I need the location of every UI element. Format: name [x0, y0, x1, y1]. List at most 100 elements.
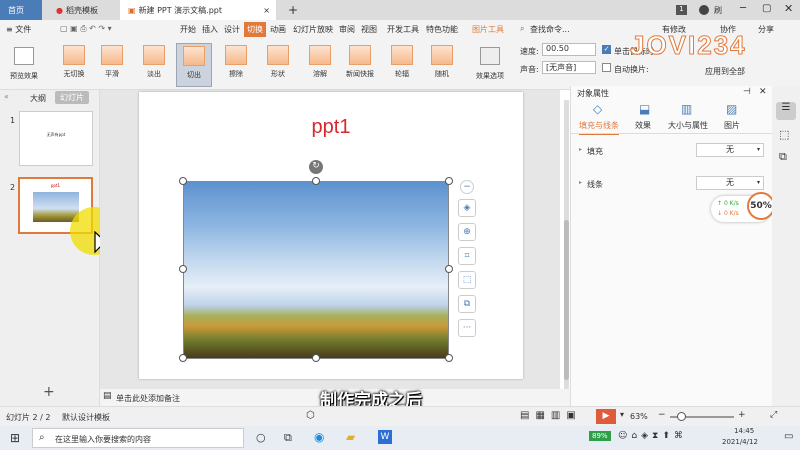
transition-1-button[interactable]: 平滑 [94, 43, 130, 87]
effect-options-button[interactable]: 效果选项 [470, 43, 510, 87]
slideshow-dropdown-icon[interactable]: ▾ [620, 410, 624, 419]
view-mode-icons[interactable]: ▤▦▥▣ [520, 410, 582, 421]
close-window-icon[interactable]: ✕ [784, 2, 793, 15]
tab-effects[interactable]: 效果 [635, 120, 651, 131]
panel-pin-icon[interactable]: ⊣ [743, 87, 751, 97]
minimize-icon[interactable]: ─ [740, 3, 746, 14]
resize-handle-tl[interactable] [179, 177, 187, 185]
zoom-icon[interactable]: ⊕ [458, 223, 476, 241]
maximize-icon[interactable]: ▢ [762, 3, 771, 14]
properties-toggle-icon[interactable]: ☰ [776, 102, 796, 120]
tab-size-properties[interactable]: 大小与属性 [668, 120, 708, 131]
replace-image-icon[interactable]: ⧉ [458, 295, 476, 313]
add-slide-button[interactable]: + [43, 384, 55, 400]
menu-slideshow[interactable]: 幻灯片放映 [293, 24, 333, 35]
auto-advance-checkbox[interactable] [602, 63, 611, 72]
menu-insert[interactable]: 插入 [202, 24, 218, 35]
notes-placeholder[interactable]: 单击此处添加备注 [116, 393, 180, 404]
transition-0-button[interactable]: 无切换 [56, 43, 92, 87]
transition-4-button[interactable]: 擦除 [218, 43, 254, 87]
windows-start-icon[interactable]: ⊞ [10, 431, 20, 445]
menu-view[interactable]: 视图 [361, 24, 377, 35]
wps-icon[interactable]: W [378, 430, 392, 444]
select-icon[interactable]: ⬚ [779, 128, 789, 141]
tab-picture[interactable]: 图片 [724, 120, 740, 131]
panel-close-icon[interactable]: ✕ [759, 87, 767, 97]
slide-thumbnail-1[interactable]: 无声有ppt [19, 111, 93, 166]
transition-5-button[interactable]: 形状 [260, 43, 296, 87]
resize-handle-bl[interactable] [179, 354, 187, 362]
share-button[interactable]: 分享 [758, 24, 774, 35]
image-process-icon[interactable]: ⬚ [458, 271, 476, 289]
click-checkbox[interactable]: ✓ [602, 45, 611, 54]
crop-icon[interactable]: ⌗ [458, 247, 476, 265]
close-tab-icon[interactable]: × [263, 6, 270, 15]
edge-icon[interactable]: ◉ [314, 430, 324, 444]
clock-date[interactable]: 2021/4/12 [722, 438, 758, 446]
avatar[interactable] [699, 5, 709, 15]
copy-format-icon[interactable]: ⧉ [779, 150, 787, 164]
menu-start[interactable]: 开始 [180, 24, 196, 35]
fit-window-icon[interactable]: ⤢ [770, 410, 777, 420]
resize-handle-r[interactable] [445, 265, 453, 273]
resize-handle-b[interactable] [312, 354, 320, 362]
menu-animation[interactable]: 动画 [270, 24, 286, 35]
transition-2-button[interactable]: 淡出 [136, 43, 172, 87]
file-explorer-icon[interactable]: ▰ [346, 430, 355, 444]
canvas-scrollbar[interactable] [564, 100, 569, 400]
menu-special[interactable]: 特色功能 [426, 24, 458, 35]
file-menu[interactable]: ≡ 文件 [6, 24, 31, 35]
tab-home[interactable]: 首页 [0, 0, 42, 20]
fill-select[interactable]: 无 ▾ [696, 143, 764, 157]
scrollbar-thumb[interactable] [564, 220, 569, 380]
speed-input[interactable]: 00.50 [542, 43, 596, 56]
rotate-handle-icon[interactable]: ↻ [309, 160, 323, 174]
layers-icon[interactable]: ◈ [458, 199, 476, 217]
cortana-icon[interactable]: ○ [256, 431, 266, 444]
line-select[interactable]: 无 ▾ [696, 176, 764, 190]
menu-developer[interactable]: 开发工具 [387, 24, 419, 35]
transition-6-button[interactable]: 溶解 [302, 43, 338, 87]
collapse-panel-icon[interactable]: « [4, 92, 9, 101]
more-options-button[interactable]: ··· [458, 319, 476, 337]
tab-document[interactable]: ▣ 新建 PPT 演示文稿.ppt × [120, 0, 276, 20]
new-tab-button[interactable]: + [280, 0, 298, 20]
apply-all-button[interactable]: 应用到全部 [705, 66, 745, 77]
clock-time[interactable]: 14:45 [734, 427, 754, 435]
sound-select[interactable]: [无声音] [542, 61, 596, 74]
resize-handle-l[interactable] [179, 265, 187, 273]
play-slideshow-icon[interactable]: ▶ [596, 409, 616, 424]
task-view-icon[interactable]: ⧉ [284, 431, 292, 445]
battery-indicator[interactable]: 89% [589, 431, 611, 441]
collapse-toolbar-icon[interactable]: − [460, 180, 474, 194]
command-search[interactable]: 查找命令... [530, 24, 570, 35]
tab-template[interactable]: ● 稻壳模板 [48, 0, 116, 20]
zoom-out-icon[interactable]: − [658, 410, 666, 420]
transition-3-button[interactable]: 切出 [176, 43, 212, 87]
resize-handle-t[interactable] [312, 177, 320, 185]
menu-design[interactable]: 设计 [224, 24, 240, 35]
line-expand-icon[interactable]: ▸ [579, 179, 582, 186]
transition-7-button[interactable]: 新闻快报 [342, 43, 378, 87]
slide-picture[interactable] [183, 181, 449, 359]
menu-transition[interactable]: 切换 [244, 22, 266, 37]
outline-tab[interactable]: 大纲 [30, 93, 46, 104]
zoom-in-icon[interactable]: + [738, 410, 746, 420]
tray-icons[interactable]: ☺⌂◈⧗⬆⌘ [618, 431, 687, 441]
notification-icon[interactable]: ▭ [784, 431, 793, 442]
preview-effect-button[interactable]: 预览效果 [4, 43, 44, 87]
protect-icon[interactable]: ⬡ [306, 410, 315, 421]
menu-picture-tools[interactable]: 图片工具 [472, 24, 504, 35]
slide-title[interactable]: ppt1 [139, 116, 523, 139]
fill-expand-icon[interactable]: ▸ [579, 146, 582, 153]
notification-badge[interactable]: 1 [676, 5, 687, 15]
transition-8-button[interactable]: 轮辐 [384, 43, 420, 87]
menu-review[interactable]: 审阅 [339, 24, 355, 35]
resize-handle-tr[interactable] [445, 177, 453, 185]
resize-handle-br[interactable] [445, 354, 453, 362]
zoom-slider-thumb[interactable] [677, 412, 686, 421]
taskbar-search[interactable]: ⌕ 在这里输入你要搜索的内容 [32, 428, 244, 448]
slides-tab[interactable]: 幻灯片 [55, 91, 89, 104]
zoom-level[interactable]: 63% [630, 412, 648, 421]
transition-9-button[interactable]: 随机 [424, 43, 460, 87]
